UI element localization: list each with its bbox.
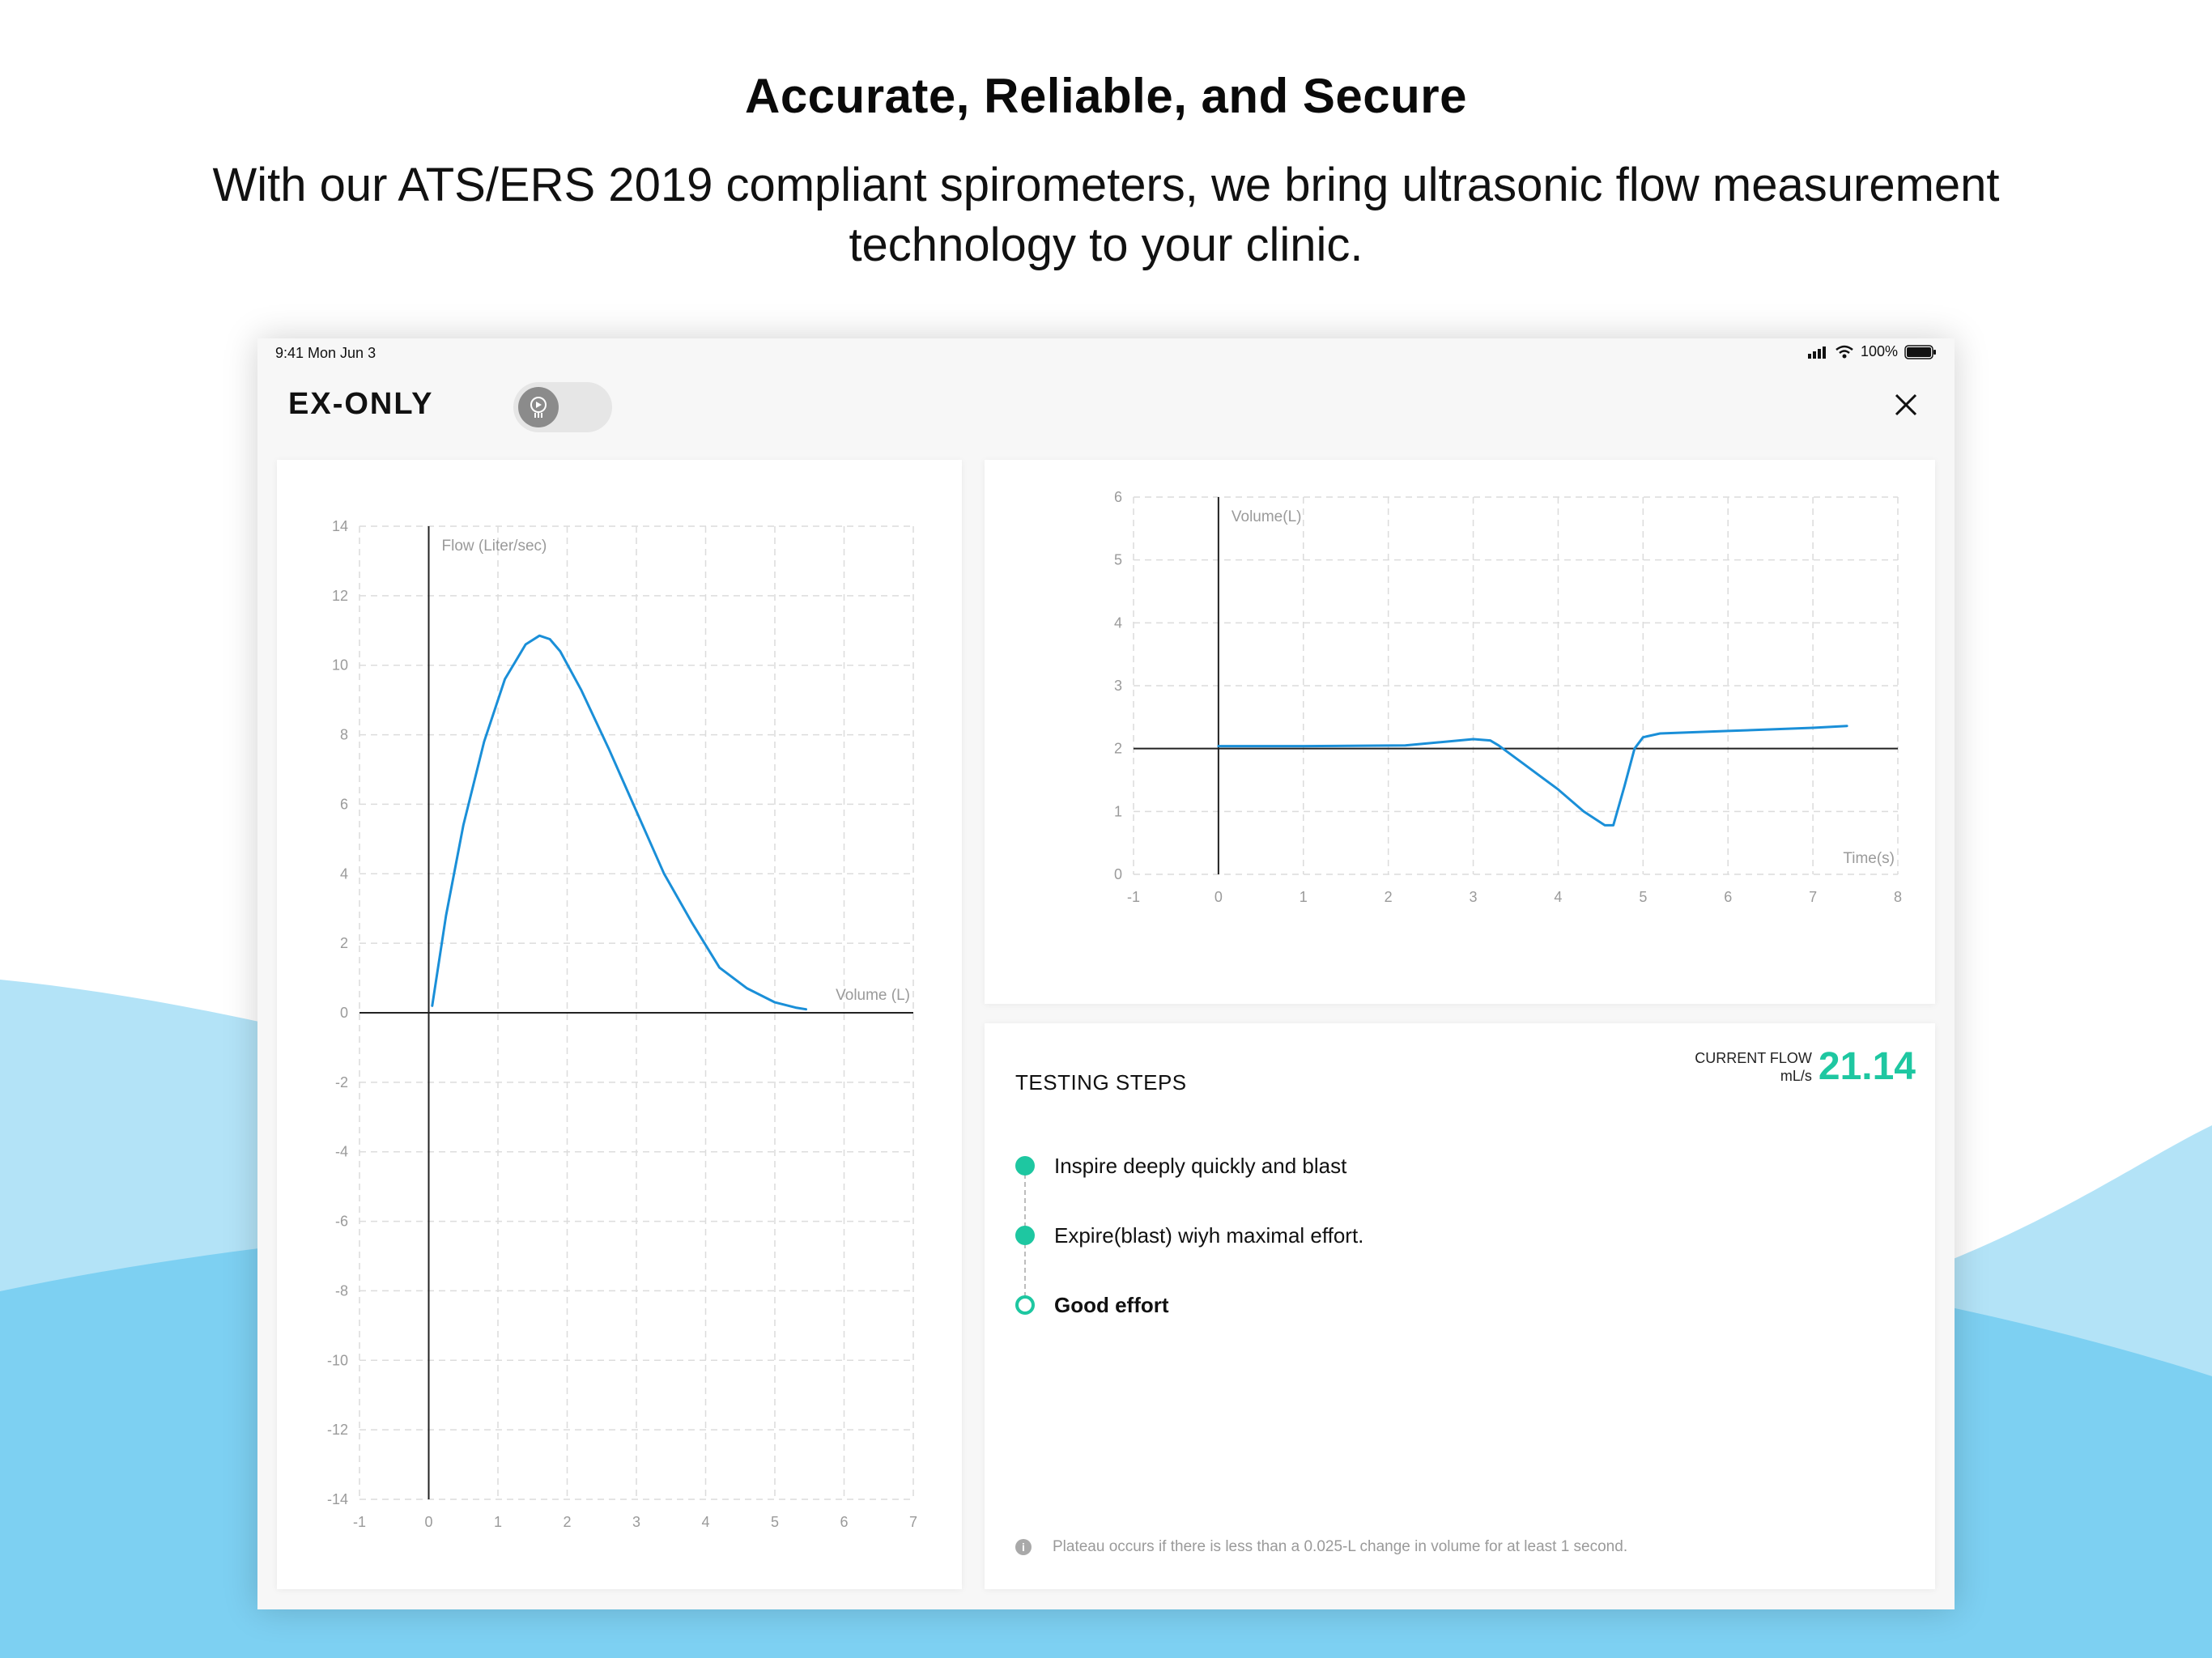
y-tick-label: 4 [1114, 614, 1122, 631]
y-tick-label: 2 [1114, 741, 1122, 757]
x-tick-label: -1 [1127, 889, 1140, 905]
series-line [431, 634, 807, 1011]
x-tick-label: 4 [1554, 889, 1562, 905]
cellular-signal-icon [1807, 346, 1826, 359]
wifi-icon [1836, 345, 1853, 358]
steps-title: TESTING STEPS [1015, 1070, 1187, 1095]
plateau-footnote: i Plateau occurs if there is less than a… [1015, 1538, 1627, 1556]
x-tick-label: 2 [563, 1514, 571, 1530]
close-icon [1895, 393, 1917, 416]
battery-icon [1904, 344, 1936, 359]
y-tick-label: 12 [332, 588, 348, 604]
y-tick-label: 0 [340, 1005, 348, 1021]
current-flow-readout: CURRENT FLOW mL/s 21.14 [1695, 1044, 1916, 1089]
x-tick-label: 1 [1300, 889, 1308, 905]
info-icon: i [1015, 1539, 1032, 1555]
y-tick-label: 2 [340, 935, 348, 951]
flow-volume-panel: -1 0 1 2 3 4 5 6 7 -14 -12 -10 -8 -6 -4 -2 0 2 4 6 8 10 12 14 Fl… [277, 460, 962, 1589]
x-tick-label: 8 [1894, 889, 1902, 905]
y-tick-label: 14 [332, 518, 348, 534]
x-tick-label: -1 [353, 1514, 366, 1530]
x-tick-label: 3 [632, 1514, 640, 1530]
y-tick-label: 4 [340, 865, 348, 882]
toggle-knob [518, 387, 559, 427]
headline: Accurate, Reliable, and Secure [744, 69, 1468, 123]
x-tick-label: 6 [840, 1514, 848, 1530]
y-tick-label: -6 [335, 1214, 348, 1230]
x-tick-label: 0 [424, 1514, 432, 1530]
step-item: Inspire deeply quickly and blast [1015, 1150, 1346, 1182]
step-item: Expire(blast) wiyh maximal effort. [1015, 1219, 1363, 1252]
y-axis-label: Volume(L) [1231, 508, 1302, 525]
y-tick-label: -14 [327, 1491, 348, 1507]
y-tick-label: 8 [340, 727, 348, 743]
spirometer-icon [530, 397, 547, 418]
y-tick-label: -2 [335, 1074, 348, 1090]
ipad-screen: 9:41 Mon Jun 3 100% EX-ONLY -1 0 1 2 3 4… [257, 338, 1955, 1609]
y-tick-label: -4 [335, 1144, 348, 1160]
step-label: Good effort [1054, 1292, 1169, 1317]
x-tick-label: 4 [701, 1514, 709, 1530]
y-tick-label: 0 [1114, 866, 1122, 882]
x-axis-label: Volume (L) [836, 987, 910, 1004]
x-tick-label: 5 [771, 1514, 779, 1530]
x-tick-label: 7 [909, 1514, 917, 1530]
testing-steps-panel: TESTING STEPS CURRENT FLOW mL/s 21.14 In… [985, 1023, 1935, 1589]
current-flow-label: CURRENT FLOW [1695, 1049, 1812, 1066]
x-tick-label: 5 [1639, 889, 1647, 905]
y-tick-label: -12 [327, 1422, 348, 1438]
x-tick-label: 1 [494, 1514, 502, 1530]
subheadline: With our ATS/ERS 2019 compliant spiromet… [212, 159, 2000, 271]
y-tick-label: 10 [332, 657, 348, 674]
step-done-dot [1015, 1156, 1035, 1175]
mode-toggle[interactable] [513, 382, 612, 432]
x-tick-label: 6 [1724, 889, 1732, 905]
x-tick-label: 7 [1809, 889, 1817, 905]
current-flow-labels: CURRENT FLOW mL/s [1695, 1049, 1812, 1085]
y-tick-label: 6 [340, 796, 348, 812]
step-current-dot [1015, 1295, 1035, 1315]
y-tick-label: 6 [1114, 489, 1122, 505]
x-tick-label: 2 [1385, 889, 1393, 905]
step-label: Inspire deeply quickly and blast [1054, 1153, 1347, 1178]
app-bar: EX-ONLY [257, 368, 1955, 432]
y-tick-label: -8 [335, 1282, 348, 1299]
status-bar: 9:41 Mon Jun 3 100% [257, 338, 1955, 368]
x-tick-label: 0 [1214, 889, 1223, 905]
volume-time-panel: -1 0 1 2 3 4 5 6 7 8 0 1 2 3 4 5 6 Volume(L) Time(s) [985, 460, 1935, 1004]
y-tick-label: 3 [1114, 678, 1122, 694]
footnote-text: Plateau occurs if there is less than a 0… [1053, 1538, 1628, 1555]
y-axis-label: Flow (Liter/sec) [442, 538, 547, 555]
x-tick-label: 3 [1470, 889, 1478, 905]
status-indicators: 100% [1807, 343, 1937, 360]
current-flow-value: 21.14 [1818, 1045, 1916, 1088]
battery-percent: 100% [1860, 343, 1898, 359]
x-axis-label: Time(s) [1843, 850, 1895, 867]
page-title: EX-ONLY [288, 387, 434, 421]
y-tick-label: -10 [327, 1352, 348, 1368]
y-tick-label: 1 [1114, 803, 1122, 819]
series-line [1217, 725, 1848, 827]
step-done-dot [1015, 1226, 1035, 1245]
flow-volume-chart: -1 0 1 2 3 4 5 6 7-14-12-10-8-6-4-202468101214Fl… [327, 518, 917, 1530]
step-label: Expire(blast) wiyh maximal effort. [1054, 1222, 1364, 1248]
status-time: 9:41 Mon Jun 3 [275, 345, 376, 361]
step-item: Good effort [1015, 1289, 1169, 1321]
volume-time-chart: -1 0 1 2 3 4 5 6 7 8 0 1 2 3 4 5 6 Volume(L) Time(s) [1114, 489, 1902, 905]
y-tick-label: 5 [1114, 552, 1122, 568]
current-flow-unit: mL/s [1780, 1067, 1812, 1084]
close-button[interactable] [1890, 389, 1922, 421]
